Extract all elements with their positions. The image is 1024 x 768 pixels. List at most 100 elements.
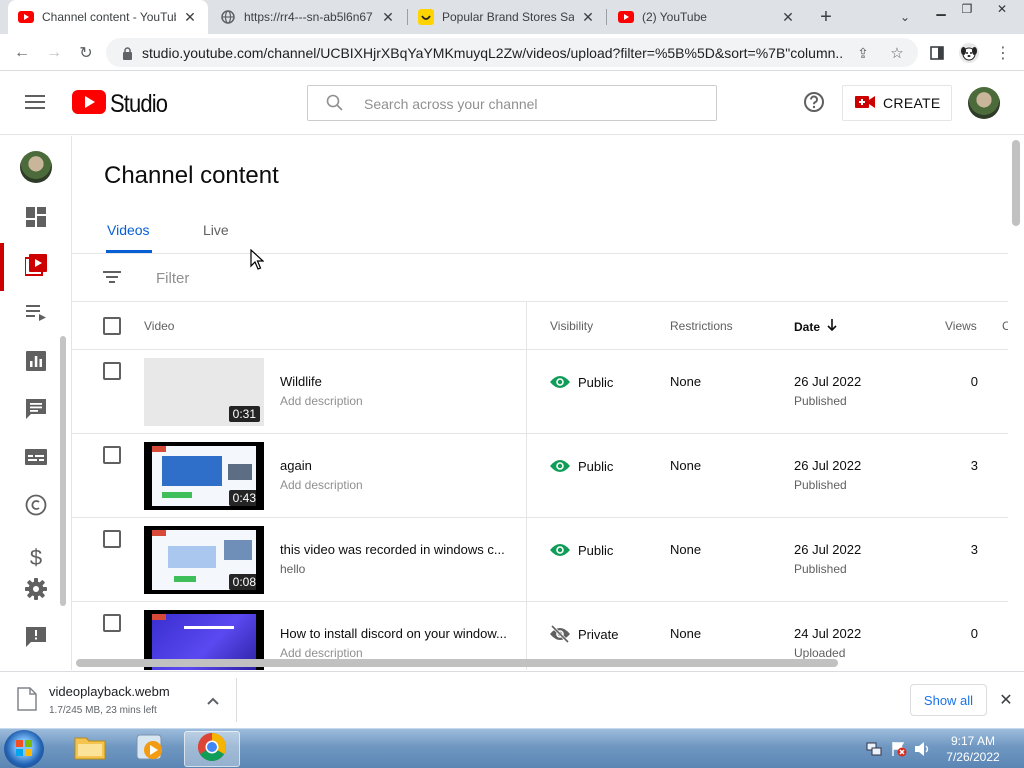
vertical-scrollbar[interactable] xyxy=(1012,140,1020,226)
bookmark-star-icon[interactable]: ☆ xyxy=(886,42,908,64)
forward-icon[interactable]: → xyxy=(43,42,65,64)
download-bar: videoplayback.webm 1.7/245 MB, 23 mins l… xyxy=(0,671,1024,728)
browser-tab-brand-stores[interactable]: Popular Brand Stores Sale ✕ xyxy=(408,0,606,34)
hamburger-menu-icon[interactable] xyxy=(24,91,46,113)
column-restrictions[interactable]: Restrictions xyxy=(670,319,733,333)
row-checkbox[interactable] xyxy=(103,530,121,548)
video-title[interactable]: this video was recorded in windows c... xyxy=(280,542,512,557)
taskbar-media-player[interactable] xyxy=(122,731,178,767)
reload-icon[interactable]: ↻ xyxy=(75,42,97,64)
table-row[interactable]: 0:08 this video was recorded in windows … xyxy=(72,518,1008,602)
download-filename[interactable]: videoplayback.webm xyxy=(49,684,170,699)
account-avatar[interactable] xyxy=(968,87,1000,119)
side-panel-icon[interactable] xyxy=(926,42,948,64)
channel-avatar[interactable] xyxy=(20,151,52,183)
browser-tab-studio[interactable]: Channel content - YouTube Studio ✕ xyxy=(8,0,208,34)
nav-feedback[interactable] xyxy=(0,615,72,663)
table-row[interactable]: 0:43 again Add description Public None 2… xyxy=(72,434,1008,518)
tab-search-icon[interactable]: ⌄ xyxy=(894,6,916,28)
close-tab-icon[interactable]: ✕ xyxy=(380,9,396,26)
table-row[interactable]: 0:31 Wildlife Add description Public Non… xyxy=(72,350,1008,434)
browser-tab-youtube[interactable]: (2) YouTube ✕ xyxy=(608,0,806,34)
window-close-icon[interactable]: ✕ xyxy=(984,0,1020,18)
date-value: 26 Jul 2022 xyxy=(794,374,862,389)
column-visibility[interactable]: Visibility xyxy=(550,319,593,333)
create-button[interactable]: CREATE xyxy=(842,85,952,121)
show-all-button[interactable]: Show all xyxy=(910,684,987,716)
restore-icon[interactable]: ❐ xyxy=(952,0,982,18)
channel-search-input[interactable]: Search across your channel xyxy=(307,85,717,121)
views-value: 0 xyxy=(970,626,978,641)
browser-menu-icon[interactable]: ⋮ xyxy=(992,42,1014,64)
profile-dog-icon[interactable] xyxy=(958,42,980,64)
restrictions-value: None xyxy=(670,374,702,389)
close-tab-icon[interactable]: ✕ xyxy=(580,9,596,26)
back-icon[interactable]: ← xyxy=(11,42,33,64)
thumbnail-detail xyxy=(228,464,252,480)
filter-bar[interactable]: Filter xyxy=(72,254,1008,302)
left-nav-scrollbar[interactable] xyxy=(60,336,66,606)
network-icon[interactable] xyxy=(866,741,882,762)
content-tabs: Videos Live xyxy=(72,212,1008,254)
video-thumbnail[interactable]: 0:31 xyxy=(144,358,264,426)
video-description[interactable]: Add description xyxy=(280,394,363,408)
start-button[interactable] xyxy=(4,730,44,768)
eye-icon xyxy=(550,372,570,392)
studio-header: Studio Search across your channel CREATE xyxy=(0,71,1024,135)
views-value: 3 xyxy=(970,542,978,557)
studio-logo[interactable]: Studio xyxy=(72,90,175,119)
address-bar[interactable]: studio.youtube.com/channel/UCBIXHjrXBqYa… xyxy=(106,38,918,67)
visibility-cell[interactable]: Public xyxy=(550,540,613,560)
video-thumbnail[interactable]: 0:43 xyxy=(144,442,264,510)
mouse-cursor-icon xyxy=(250,248,265,276)
video-description[interactable]: Add description xyxy=(280,478,363,492)
taskbar-explorer[interactable] xyxy=(62,731,118,767)
close-tab-icon[interactable]: ✕ xyxy=(780,9,796,26)
volume-icon[interactable] xyxy=(914,741,932,762)
folder-icon xyxy=(74,734,106,765)
nav-content[interactable] xyxy=(0,243,72,291)
row-checkbox[interactable] xyxy=(103,446,121,464)
video-title[interactable]: Wildlife xyxy=(280,374,512,389)
channel-content-panel: Channel content Videos Live Filter Video… xyxy=(72,136,1008,670)
date-status: Published xyxy=(794,562,847,576)
video-thumbnail[interactable]: 0:08 xyxy=(144,526,264,594)
new-tab-icon[interactable]: + xyxy=(815,6,837,28)
chevron-up-icon[interactable] xyxy=(202,690,224,712)
video-description[interactable]: hello xyxy=(280,562,305,576)
visibility-cell[interactable]: Private xyxy=(550,624,618,644)
visibility-cell[interactable]: Public xyxy=(550,372,613,392)
column-comments[interactable]: C xyxy=(1002,319,1008,333)
tab-live[interactable]: Live xyxy=(203,222,229,238)
nav-playlists[interactable] xyxy=(0,291,72,339)
help-icon[interactable] xyxy=(803,91,825,113)
video-description[interactable]: Add description xyxy=(280,646,363,660)
visibility-cell[interactable]: Public xyxy=(550,456,613,476)
search-placeholder: Search across your channel xyxy=(364,96,538,112)
close-download-bar-icon[interactable]: ✕ xyxy=(995,689,1017,711)
action-center-icon[interactable] xyxy=(891,741,907,762)
visibility-label: Private xyxy=(578,626,619,642)
horizontal-scrollbar[interactable] xyxy=(76,659,838,667)
video-title[interactable]: How to install discord on your window... xyxy=(280,626,512,641)
taskbar-clock[interactable]: 9:17 AM 7/26/2022 xyxy=(938,733,1008,765)
row-checkbox[interactable] xyxy=(103,362,121,380)
select-all-checkbox[interactable] xyxy=(103,317,121,335)
filter-icon[interactable] xyxy=(103,270,121,289)
tab-separator xyxy=(606,9,607,25)
nav-dashboard[interactable] xyxy=(0,195,72,243)
browser-toolbar: ← → ↻ studio.youtube.com/channel/UCBIXHj… xyxy=(0,34,1024,71)
playlist-icon xyxy=(26,304,46,326)
video-title[interactable]: again xyxy=(280,458,512,473)
column-date[interactable]: Date xyxy=(794,319,837,334)
share-icon[interactable]: ⇪ xyxy=(852,42,874,64)
subtitles-icon xyxy=(25,448,47,470)
tab-videos[interactable]: Videos xyxy=(107,222,150,238)
close-tab-icon[interactable]: ✕ xyxy=(182,9,198,26)
lock-icon[interactable] xyxy=(116,42,138,64)
column-views[interactable]: Views xyxy=(945,319,977,333)
taskbar-chrome[interactable] xyxy=(184,731,240,767)
row-checkbox[interactable] xyxy=(103,614,121,632)
browser-tab-rr4[interactable]: https://rr4---sn-ab5l6n67 ✕ xyxy=(210,0,406,34)
active-tab-indicator xyxy=(106,250,152,253)
